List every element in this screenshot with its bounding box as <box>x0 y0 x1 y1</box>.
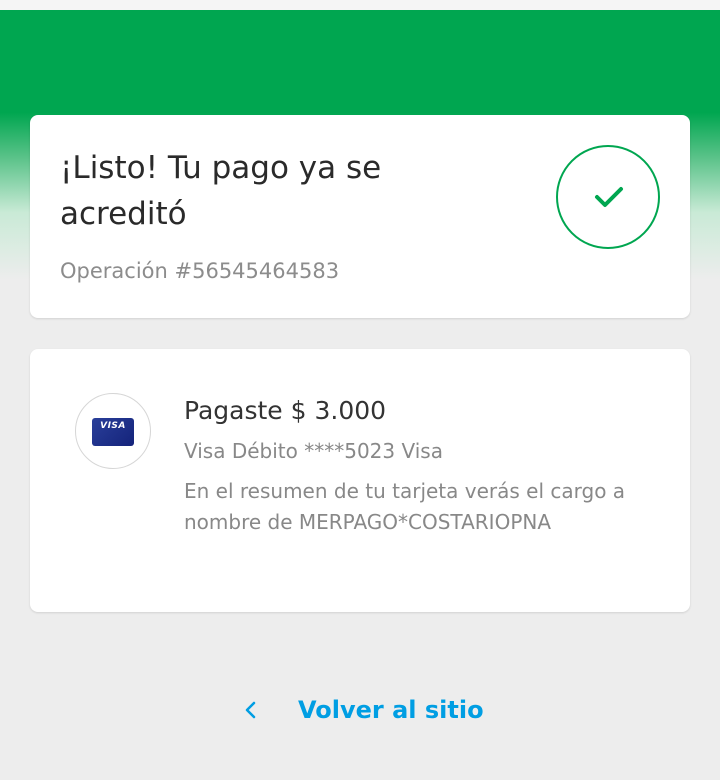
chevron-left-icon <box>245 701 256 719</box>
back-to-site-link[interactable]: Volver al sitio <box>240 690 484 730</box>
status-title: ¡Listo! Tu pago ya se acreditó <box>60 150 382 232</box>
statement-note: En el resumen de tu tarjeta verás el car… <box>184 479 626 534</box>
payment-method: Visa Débito ****5023 Visa <box>184 439 443 463</box>
payment-success-page: ¡Listo! Tu pago ya se acreditó Operación… <box>0 0 720 780</box>
back-to-site-label: Volver al sitio <box>298 696 484 724</box>
operation-number: Operación #56545464583 <box>60 259 340 283</box>
visa-logo-text: VISA <box>100 421 126 431</box>
visa-card-icon: VISA <box>75 393 151 469</box>
payment-card: VISA Pagaste $ 3.000 Visa Débito ****502… <box>30 349 690 612</box>
check-circle-icon <box>556 145 660 249</box>
payment-amount: Pagaste $ 3.000 <box>184 396 387 425</box>
status-card: ¡Listo! Tu pago ya se acreditó Operación… <box>30 115 690 318</box>
visa-logo: VISA <box>92 418 134 446</box>
top-strip <box>0 0 720 10</box>
